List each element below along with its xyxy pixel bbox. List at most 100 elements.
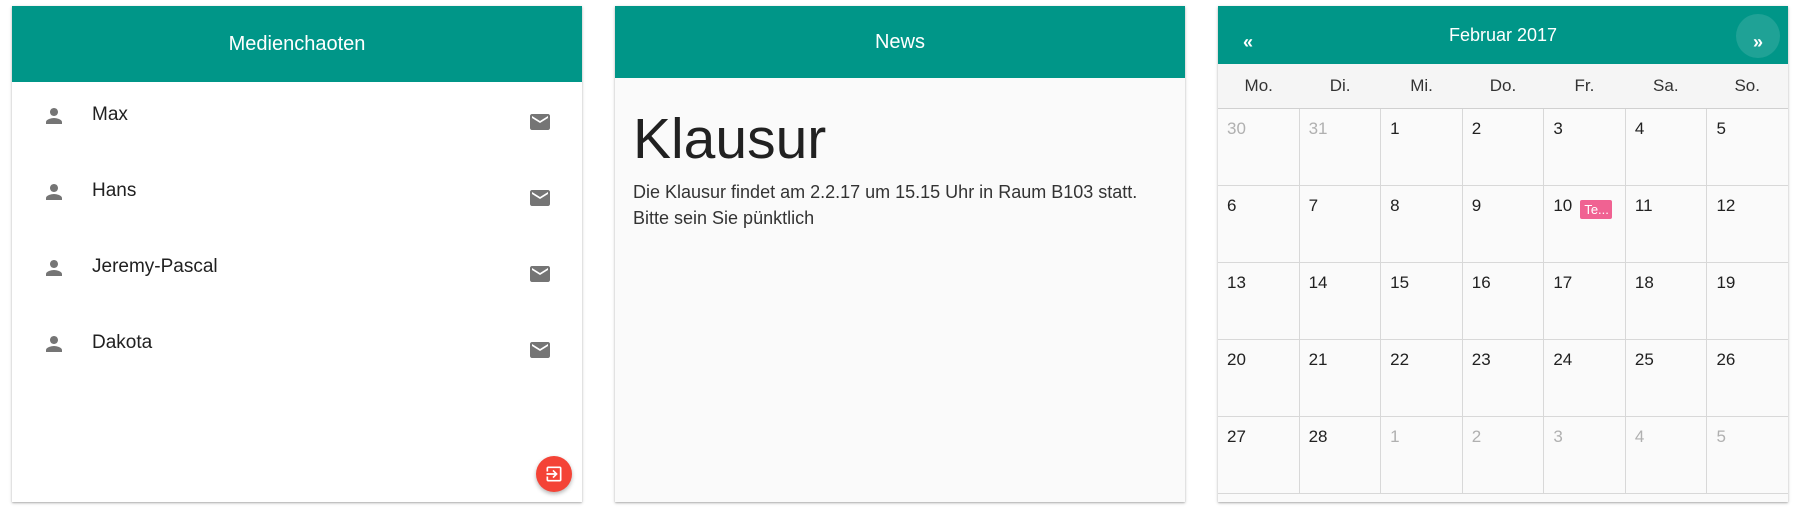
calendar-day-cell[interactable]: 19 [1707,263,1788,339]
day-number: 3 [1553,119,1563,138]
calendar-day-cell[interactable]: 5 [1707,109,1788,185]
day-number: 17 [1553,273,1573,292]
person-icon [46,184,62,200]
calendar-day-cell[interactable]: 10 Te... [1544,186,1626,262]
calendar-day-cell[interactable]: 1 [1381,109,1463,185]
calendar-event[interactable]: Te... [1580,200,1613,219]
calendar-day-cell[interactable]: 22 [1381,340,1463,416]
exit-to-app-icon [546,466,562,482]
day-number: 5 [1716,119,1726,138]
calendar-day-cell[interactable]: 7 [1300,186,1382,262]
mail-icon[interactable] [528,338,552,362]
member-name: Max [92,104,128,125]
calendar-day-cell[interactable]: 14 [1300,263,1382,339]
calendar-day-cell[interactable]: 8 [1381,186,1463,262]
calendar-day-cell[interactable]: 4 [1626,109,1708,185]
calendar-day-cell[interactable]: 11 [1626,186,1708,262]
weekday-label: Mi. [1410,76,1433,95]
calendar-day-cell[interactable]: 1 [1381,417,1463,493]
member-item[interactable]: Max [12,82,582,158]
person-icon [46,108,62,124]
calendar-day-cell[interactable]: 20 [1218,340,1300,416]
calendar-day-cell[interactable]: 21 [1300,340,1382,416]
calendar-day-cell[interactable]: 5 [1707,417,1788,493]
weekday-row: Mo. Di. Mi. Do. Fr. Sa. So. [1218,64,1788,109]
weekday-label: Do. [1489,76,1517,95]
calendar-day-cell[interactable]: 3 [1544,109,1626,185]
calendar-day-cell[interactable]: 27 [1218,417,1300,493]
day-number: 22 [1390,350,1410,369]
calendar-day-cell[interactable]: 4 [1626,417,1708,493]
day-number: 25 [1634,350,1654,369]
calendar-day-cell[interactable]: 16 [1463,263,1545,339]
weekday-label: Sa. [1653,76,1679,95]
calendar-day-cell[interactable]: 6 [1218,186,1300,262]
calendar-day-cell[interactable]: 12 [1707,186,1788,262]
day-number: 8 [1390,196,1400,215]
day-number: 7 [1308,196,1319,215]
calendar-day-cell[interactable]: 2 [1463,109,1545,185]
calendar-day-cell[interactable]: 3 [1544,417,1626,493]
day-number: 21 [1308,350,1328,369]
day-number: 24 [1553,350,1573,369]
day-number: 11 [1634,196,1653,215]
day-number: 30 [1227,119,1246,138]
day-number: 27 [1227,427,1246,446]
calendar-header: « Februar 2017 » [1218,6,1788,64]
day-number: 10 [1553,196,1573,215]
calendar-card: « Februar 2017 » Mo. Di. Mi. Do. Fr. Sa.… [1218,6,1788,502]
calendar-week-row: 6 7 8 9 10 Te... 11 12 [1218,186,1788,263]
calendar-day-cell[interactable]: 9 [1463,186,1545,262]
news-text: Die Klausur findet am 2.2.17 um 15.15 Uh… [633,181,1138,228]
calendar-week-row: 27 28 1 2 3 4 5 [1218,417,1788,494]
day-number: 20 [1227,350,1246,369]
day-number: 23 [1471,350,1491,369]
day-number: 28 [1308,427,1328,446]
day-number: 1 [1390,119,1400,138]
news-title: Klausur [633,107,827,171]
calendar-day-cell[interactable]: 13 [1218,263,1300,339]
day-number: 3 [1553,427,1563,446]
calendar-day-cell[interactable]: 23 [1463,340,1545,416]
member-item[interactable]: Jeremy-Pascal [12,234,582,310]
day-number: 13 [1227,273,1246,292]
member-name: Jeremy-Pascal [92,256,218,277]
calendar-day-cell[interactable]: 30 [1218,109,1300,185]
mail-icon[interactable] [528,262,552,286]
calendar-month-title: Februar 2017 [1448,24,1558,45]
next-month-button[interactable]: » [1736,14,1780,58]
calendar-day-cell[interactable]: 26 [1707,340,1788,416]
weekday-label: Fr. [1574,76,1595,95]
prev-month-button[interactable]: « [1226,6,1270,64]
member-item[interactable]: Dakota [12,310,582,386]
member-name: Dakota [92,332,153,353]
news-card: News Klausur Die Klausur findet am 2.2.1… [615,6,1185,502]
day-number: 14 [1308,273,1328,292]
exit-button[interactable] [536,456,572,492]
mail-icon[interactable] [528,110,552,134]
weekday-label: Mo. [1244,76,1273,95]
mail-icon[interactable] [528,186,552,210]
person-icon [46,260,62,276]
day-number: 19 [1716,273,1736,292]
member-item[interactable]: Hans [12,158,582,234]
calendar-week-row: 30 31 1 2 3 4 5 [1218,109,1788,186]
day-number: 2 [1471,427,1482,446]
calendar-day-cell[interactable]: 2 [1463,417,1545,493]
day-number: 2 [1471,119,1482,138]
day-number: 6 [1227,196,1237,215]
members-header: Medienchaoten [12,6,582,82]
day-number: 15 [1390,273,1410,292]
calendar-week-row: 13 14 15 16 17 18 19 [1218,263,1788,340]
calendar-day-cell[interactable]: 15 [1381,263,1463,339]
calendar-day-cell[interactable]: 17 [1544,263,1626,339]
calendar-day-cell[interactable]: 18 [1626,263,1708,339]
news-header: News [615,6,1185,78]
day-number: 4 [1634,119,1645,138]
day-number: 16 [1471,273,1491,292]
calendar-day-cell[interactable]: 25 [1626,340,1708,416]
calendar-day-cell[interactable]: 28 [1300,417,1382,493]
calendar-day-cell[interactable]: 24 [1544,340,1626,416]
calendar-day-cell[interactable]: 31 [1300,109,1382,185]
weekday-label: Di. [1329,76,1351,95]
